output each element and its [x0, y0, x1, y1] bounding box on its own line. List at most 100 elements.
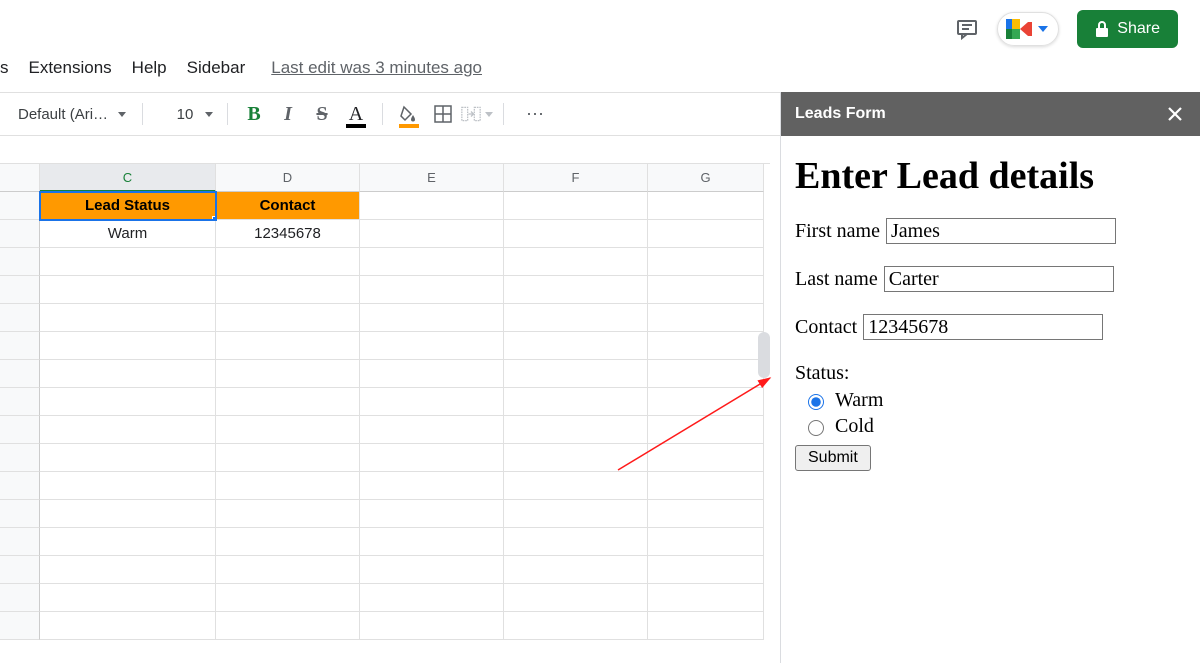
cell[interactable]: [648, 528, 764, 556]
cell[interactable]: [648, 416, 764, 444]
cell[interactable]: [216, 444, 360, 472]
cell[interactable]: [216, 276, 360, 304]
comment-history-icon[interactable]: [955, 17, 979, 41]
cell[interactable]: [360, 332, 504, 360]
cell[interactable]: [360, 276, 504, 304]
row-header[interactable]: [0, 444, 40, 472]
row-header[interactable]: [0, 276, 40, 304]
cell[interactable]: [40, 444, 216, 472]
cell[interactable]: [216, 248, 360, 276]
row-header[interactable]: [0, 584, 40, 612]
cell[interactable]: [648, 612, 764, 640]
cell[interactable]: [648, 332, 764, 360]
cell[interactable]: Warm: [40, 220, 216, 248]
column-header-e[interactable]: E: [360, 164, 504, 192]
cell[interactable]: [504, 584, 648, 612]
cell[interactable]: [648, 388, 764, 416]
cell[interactable]: [360, 528, 504, 556]
status-radio-warm[interactable]: [808, 394, 824, 410]
cell[interactable]: 12345678: [216, 220, 360, 248]
meet-button[interactable]: [997, 12, 1059, 46]
row-header[interactable]: [0, 388, 40, 416]
row-header[interactable]: [0, 192, 40, 220]
font-size-select[interactable]: 10: [153, 100, 217, 128]
row-header[interactable]: [0, 612, 40, 640]
cell[interactable]: [40, 304, 216, 332]
cell[interactable]: [504, 332, 648, 360]
cell[interactable]: [504, 556, 648, 584]
menu-item-partial[interactable]: s: [0, 54, 17, 82]
more-toolbar-button[interactable]: ⋯: [514, 104, 558, 125]
font-family-select[interactable]: Default (Ari…: [12, 106, 132, 123]
cell[interactable]: [360, 444, 504, 472]
cell[interactable]: [216, 584, 360, 612]
vertical-scrollbar[interactable]: [758, 332, 770, 378]
cell[interactable]: [360, 360, 504, 388]
cell[interactable]: [40, 528, 216, 556]
status-radio-cold[interactable]: [808, 420, 824, 436]
cell[interactable]: [40, 612, 216, 640]
cell[interactable]: [40, 332, 216, 360]
cell[interactable]: Lead Status: [40, 192, 216, 220]
column-header-d[interactable]: D: [216, 164, 360, 192]
column-header-c[interactable]: C: [40, 164, 216, 192]
cell[interactable]: [40, 416, 216, 444]
text-color-button[interactable]: A: [340, 98, 372, 130]
cell[interactable]: [216, 500, 360, 528]
contact-input[interactable]: [863, 314, 1103, 340]
row-header[interactable]: [0, 556, 40, 584]
cell[interactable]: [360, 500, 504, 528]
cell[interactable]: [504, 416, 648, 444]
cell[interactable]: [648, 220, 764, 248]
cell[interactable]: [40, 472, 216, 500]
row-header[interactable]: [0, 220, 40, 248]
select-all-corner[interactable]: [0, 164, 40, 192]
fill-color-button[interactable]: [393, 98, 425, 130]
cell[interactable]: [216, 472, 360, 500]
cell[interactable]: [504, 612, 648, 640]
cell[interactable]: [216, 388, 360, 416]
row-header[interactable]: [0, 304, 40, 332]
strikethrough-button[interactable]: S: [306, 98, 338, 130]
italic-button[interactable]: I: [272, 98, 304, 130]
cell[interactable]: [648, 472, 764, 500]
cell[interactable]: [504, 220, 648, 248]
cell[interactable]: [360, 304, 504, 332]
cell[interactable]: [360, 612, 504, 640]
row-header[interactable]: [0, 332, 40, 360]
cell[interactable]: [40, 584, 216, 612]
cell[interactable]: [216, 360, 360, 388]
first-name-input[interactable]: [886, 218, 1116, 244]
cell[interactable]: [40, 388, 216, 416]
cell[interactable]: [504, 248, 648, 276]
cell[interactable]: [504, 276, 648, 304]
cell[interactable]: [40, 276, 216, 304]
bold-button[interactable]: B: [238, 98, 270, 130]
cell[interactable]: [40, 248, 216, 276]
selection-handle[interactable]: [212, 216, 216, 220]
cell[interactable]: [648, 584, 764, 612]
cell[interactable]: [504, 388, 648, 416]
cell[interactable]: [648, 248, 764, 276]
cell[interactable]: [360, 416, 504, 444]
cell[interactable]: [648, 276, 764, 304]
cell[interactable]: [504, 192, 648, 220]
row-header[interactable]: [0, 472, 40, 500]
menu-item-extensions[interactable]: Extensions: [21, 54, 120, 82]
cell[interactable]: [360, 472, 504, 500]
cell[interactable]: [40, 500, 216, 528]
row-header[interactable]: [0, 416, 40, 444]
cell[interactable]: [216, 332, 360, 360]
cell[interactable]: [360, 556, 504, 584]
cell[interactable]: [504, 360, 648, 388]
cell[interactable]: [648, 192, 764, 220]
cell[interactable]: [40, 556, 216, 584]
cell[interactable]: [216, 304, 360, 332]
row-header[interactable]: [0, 500, 40, 528]
menu-item-sidebar[interactable]: Sidebar: [179, 54, 254, 82]
column-header-f[interactable]: F: [504, 164, 648, 192]
cell[interactable]: [216, 416, 360, 444]
cell[interactable]: [360, 192, 504, 220]
cell[interactable]: [360, 584, 504, 612]
column-header-g[interactable]: G: [648, 164, 764, 192]
